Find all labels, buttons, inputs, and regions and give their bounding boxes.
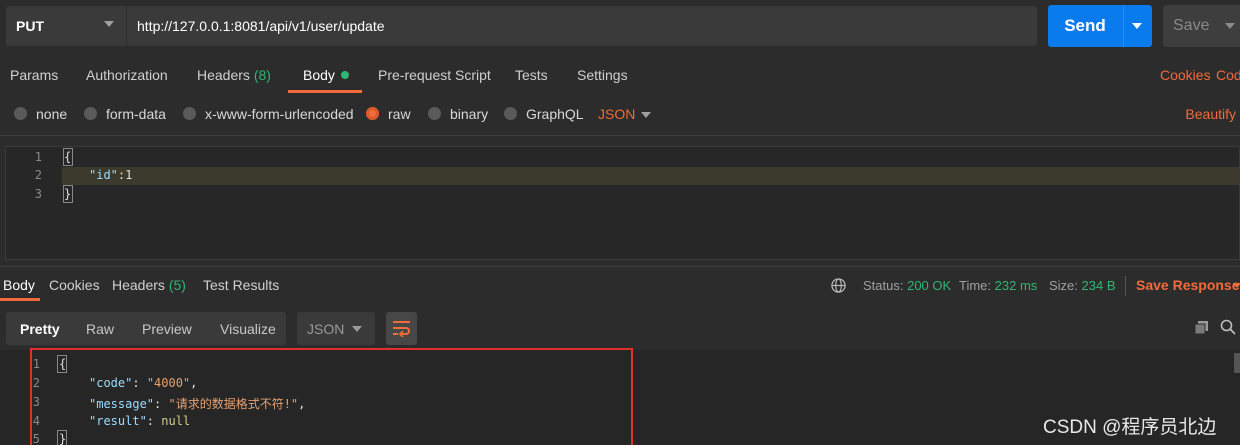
line-number: 1	[34, 150, 42, 164]
tab-authorization[interactable]: Authorization	[86, 67, 168, 83]
radio-none[interactable]: none	[14, 106, 67, 122]
view-pretty-button[interactable]: Pretty	[20, 321, 60, 337]
method-select[interactable]: PUT	[6, 6, 126, 46]
radio-graphql[interactable]: GraphQL	[504, 106, 584, 122]
body-type-selector: none form-data x-www-form-urlencoded raw…	[0, 98, 1240, 132]
save-label: Save	[1173, 17, 1210, 34]
request-tabs: Params Authorization Headers (8) Body Pr…	[0, 58, 1240, 94]
time-value: 232 ms	[994, 278, 1038, 293]
radio-raw[interactable]: raw	[366, 106, 411, 122]
radio-binary-label: binary	[450, 106, 489, 122]
chevron-down-icon	[352, 326, 362, 332]
search-icon[interactable]	[1220, 319, 1236, 338]
radio-none-label: none	[36, 106, 68, 122]
save-options-chevron-icon[interactable]	[1225, 23, 1235, 29]
tab-params[interactable]: Params	[10, 67, 58, 83]
radio-circle-icon	[14, 107, 27, 120]
language-select[interactable]: JSON	[598, 106, 635, 122]
annotation-highlight-box	[30, 348, 633, 445]
tab-body-label: Body	[303, 67, 335, 83]
divider	[0, 135, 1240, 136]
cookies-link[interactable]: Cookies	[1160, 67, 1211, 83]
time-indicator: Time: 232 ms	[959, 278, 1037, 293]
size-indicator: Size: 234 B	[1049, 278, 1116, 293]
copy-icon[interactable]	[1194, 320, 1209, 338]
format-label: JSON	[307, 321, 345, 337]
method-label: PUT	[16, 18, 44, 34]
json-value: :1	[117, 168, 133, 182]
code-line-2: "id":1	[89, 168, 132, 182]
time-label: Time:	[959, 278, 992, 293]
radio-graphql-label: GraphQL	[526, 106, 584, 122]
request-body-editor[interactable]: 1 2 3 { "id":1 }	[5, 146, 1240, 260]
tab-prerequest-script[interactable]: Pre-request Script	[378, 67, 491, 83]
response-format-select[interactable]: JSON	[297, 312, 375, 345]
save-button[interactable]: Save	[1163, 5, 1240, 47]
tab-body[interactable]: Body	[303, 67, 349, 83]
radio-selected-icon	[366, 107, 379, 120]
radio-form-data[interactable]: form-data	[84, 106, 166, 122]
active-tab-underline	[0, 298, 40, 301]
res-tab-body[interactable]: Body	[3, 277, 35, 293]
beautify-link[interactable]: Beautify	[1185, 106, 1236, 122]
status-indicator: Status: 200 OK	[863, 278, 951, 293]
json-key: "id"	[89, 168, 118, 182]
divider	[1125, 276, 1126, 296]
divider	[0, 266, 1240, 267]
line-number: 3	[34, 187, 42, 201]
globe-icon[interactable]	[831, 278, 846, 296]
send-divider	[1123, 5, 1124, 47]
code-line-1: {	[64, 150, 72, 164]
body-indicator-dot	[340, 71, 349, 79]
status-label: Status:	[863, 278, 904, 293]
status-value: 200 OK	[907, 278, 952, 293]
headers-count: (8)	[253, 67, 271, 83]
send-button[interactable]: Send	[1048, 5, 1152, 47]
code-line-3: }	[64, 187, 72, 201]
wrap-lines-icon	[393, 321, 410, 337]
radio-raw-label: raw	[388, 106, 411, 122]
radio-circle-icon	[84, 107, 97, 120]
tab-headers[interactable]: Headers (8)	[197, 67, 271, 83]
view-raw-button[interactable]: Raw	[86, 321, 114, 337]
radio-binary[interactable]: binary	[428, 106, 488, 122]
code-link[interactable]: Cod	[1216, 67, 1240, 83]
url-input[interactable]: http://127.0.0.1:8081/api/v1/user/update	[127, 6, 1037, 46]
scrollbar[interactable]	[1234, 353, 1240, 373]
tab-tests[interactable]: Tests	[515, 67, 548, 83]
line-number: 2	[34, 168, 42, 182]
wrap-lines-button[interactable]	[386, 312, 417, 345]
res-tab-test-results[interactable]: Test Results	[203, 277, 279, 293]
send-label: Send	[1064, 16, 1106, 35]
tab-headers-label: Headers	[197, 67, 250, 83]
watermark: CSDN @程序员北边	[1043, 417, 1217, 438]
radio-urlencoded[interactable]: x-www-form-urlencoded	[183, 106, 354, 122]
radio-urlencoded-label: x-www-form-urlencoded	[205, 106, 354, 122]
chevron-down-icon	[104, 21, 114, 27]
save-response-button[interactable]: Save Response	[1136, 277, 1240, 293]
radio-form-data-label: form-data	[106, 106, 166, 122]
radio-circle-icon	[504, 107, 517, 120]
chevron-down-icon[interactable]	[641, 112, 651, 118]
res-tab-headers[interactable]: Headers (5)	[112, 277, 186, 293]
chevron-down-icon[interactable]	[1233, 283, 1240, 288]
size-label: Size:	[1049, 278, 1078, 293]
radio-circle-icon	[428, 107, 441, 120]
view-visualize-button[interactable]: Visualize	[220, 321, 276, 337]
request-bar: PUT http://127.0.0.1:8081/api/v1/user/up…	[0, 0, 1240, 52]
tab-settings[interactable]: Settings	[577, 67, 628, 83]
active-line-highlight	[62, 167, 1240, 185]
view-mode-group: Pretty Raw Preview Visualize	[6, 312, 286, 345]
radio-circle-icon	[183, 107, 196, 120]
res-tab-headers-label: Headers	[112, 277, 165, 293]
size-value: 234 B	[1081, 278, 1116, 293]
active-tab-underline	[288, 90, 362, 93]
res-headers-count: (5)	[168, 277, 186, 293]
res-tab-cookies[interactable]: Cookies	[49, 277, 100, 293]
send-options-chevron-icon[interactable]	[1132, 23, 1142, 29]
view-preview-button[interactable]: Preview	[142, 321, 192, 337]
